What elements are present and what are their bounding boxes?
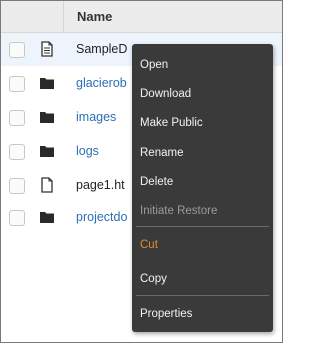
menu-separator <box>136 226 269 227</box>
file-browser: Name SampleD glacierob images logs page1… <box>0 0 283 343</box>
name-column-header[interactable]: Name <box>77 9 112 24</box>
menu-item-open[interactable]: Open <box>140 59 168 71</box>
menu-item-properties[interactable]: Properties <box>140 308 192 320</box>
menu-item-cut[interactable]: Cut <box>140 239 158 251</box>
header-divider <box>63 1 64 32</box>
folder-name[interactable]: glacierob <box>76 76 127 90</box>
context-menu: Open Download Make Public Rename Delete … <box>132 44 273 332</box>
menu-item-download[interactable]: Download <box>140 88 191 100</box>
folder-name[interactable]: images <box>76 110 116 124</box>
folder-name[interactable]: projectdo <box>76 210 127 224</box>
menu-separator <box>136 295 269 296</box>
file-name[interactable]: SampleD <box>76 42 127 56</box>
row-checkbox[interactable] <box>9 210 25 226</box>
row-checkbox[interactable] <box>9 144 25 160</box>
row-checkbox[interactable] <box>9 42 25 58</box>
row-checkbox[interactable] <box>9 110 25 126</box>
row-checkbox[interactable] <box>9 76 25 92</box>
menu-item-delete[interactable]: Delete <box>140 176 173 188</box>
folder-icon <box>39 75 55 91</box>
row-checkbox[interactable] <box>9 178 25 194</box>
file-name[interactable]: page1.ht <box>76 178 125 192</box>
folder-icon <box>39 143 55 159</box>
menu-item-initiate-restore: Initiate Restore <box>140 205 218 217</box>
menu-item-copy[interactable]: Copy <box>140 273 167 285</box>
folder-icon <box>39 209 55 225</box>
file-icon <box>39 177 55 193</box>
menu-item-rename[interactable]: Rename <box>140 147 183 159</box>
folder-name[interactable]: logs <box>76 144 99 158</box>
document-icon <box>39 41 55 57</box>
table-header: Name <box>1 1 282 33</box>
menu-item-make-public[interactable]: Make Public <box>140 117 203 129</box>
folder-icon <box>39 109 55 125</box>
